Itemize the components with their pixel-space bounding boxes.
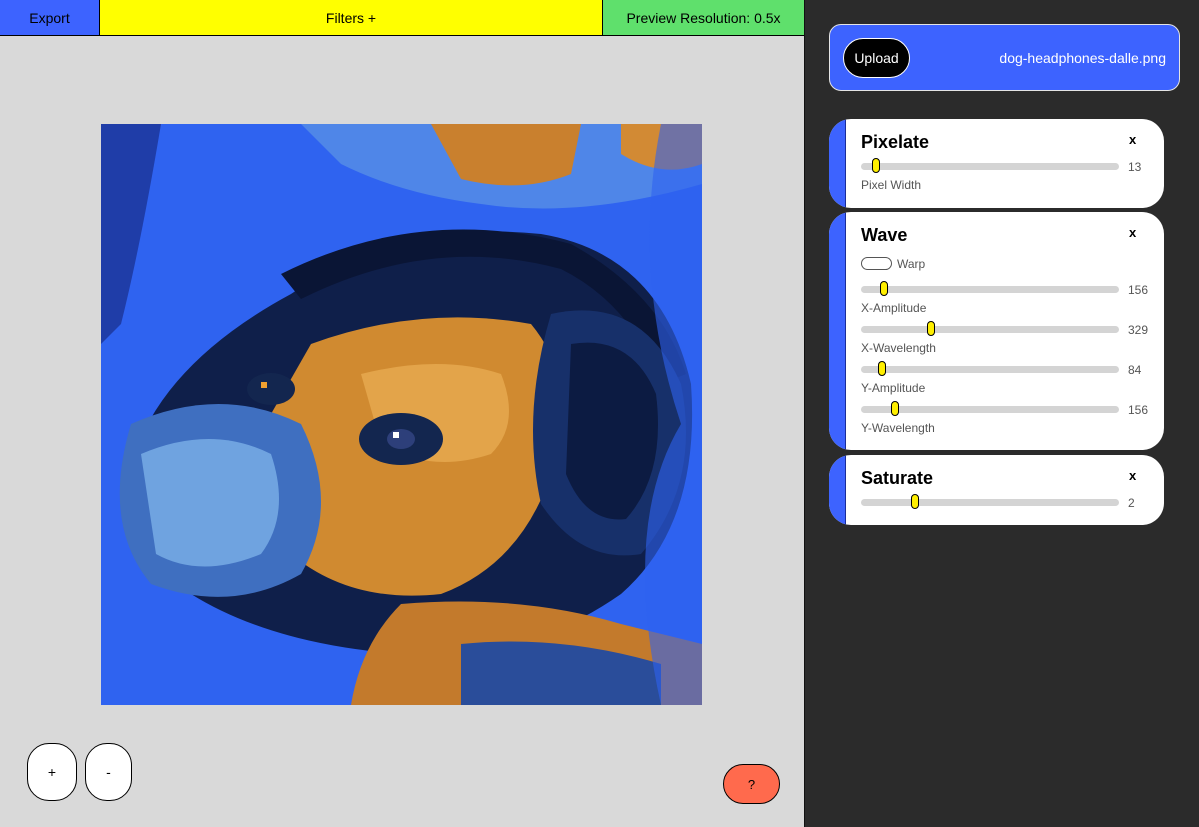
preview-resolution-button[interactable]: Preview Resolution: 0.5x (603, 0, 804, 35)
x-wavelength-slider[interactable] (861, 321, 1119, 336)
slider-value: 329 (1128, 323, 1149, 337)
card-drag-handle[interactable] (829, 119, 846, 208)
filter-title: Saturate (861, 468, 934, 488)
filter-card-pixelate: Pixelate x 13 Pixel Width (829, 119, 1164, 208)
slider-label: X-Wavelength (861, 341, 936, 355)
image-canvas[interactable] (101, 124, 702, 705)
x-amplitude-slider[interactable] (861, 281, 1119, 296)
add-filter-button[interactable]: Filters + (100, 0, 603, 35)
card-drag-handle[interactable] (829, 212, 846, 450)
filter-title: Wave (861, 225, 908, 245)
zoom-in-button[interactable]: + (27, 743, 77, 801)
slider-thumb[interactable] (911, 494, 920, 509)
slider-value: 84 (1128, 363, 1142, 377)
pixel-width-slider[interactable] (861, 158, 1119, 173)
remove-filter-button[interactable]: x (1129, 468, 1136, 483)
filter-card-wave: Wave x Warp 156 X-Amplitude 329 X-Wavele… (829, 212, 1164, 450)
zoom-out-button[interactable]: - (85, 743, 132, 801)
slider-label: X-Amplitude (861, 301, 927, 315)
saturation-slider[interactable] (861, 494, 1119, 509)
slider-thumb[interactable] (880, 281, 889, 296)
slider-value: 2 (1128, 496, 1135, 510)
slider-value: 156 (1128, 403, 1149, 417)
slider-value: 13 (1128, 160, 1142, 174)
card-drag-handle[interactable] (829, 455, 846, 525)
y-amplitude-slider[interactable] (861, 361, 1119, 376)
slider-thumb[interactable] (890, 401, 899, 416)
filter-title: Pixelate (861, 132, 930, 152)
dog-headphones-image (101, 124, 702, 705)
export-button[interactable]: Export (0, 0, 100, 35)
remove-filter-button[interactable]: x (1129, 132, 1136, 147)
toggle-label: Warp (897, 257, 926, 271)
slider-label: Y-Wavelength (861, 421, 935, 435)
slider-thumb[interactable] (926, 321, 935, 336)
toolbar: Export Filters + Preview Resolution: 0.5… (0, 0, 804, 36)
filename-label: dog-headphones-dalle.png (999, 50, 1166, 66)
editor-area: Export Filters + Preview Resolution: 0.5… (0, 0, 805, 827)
slider-value: 156 (1128, 283, 1149, 297)
y-wavelength-slider[interactable] (861, 401, 1119, 416)
slider-thumb[interactable] (872, 158, 881, 173)
slider-label: Y-Amplitude (861, 381, 926, 395)
remove-filter-button[interactable]: x (1129, 225, 1136, 240)
help-button[interactable]: ? (723, 764, 780, 804)
slider-thumb[interactable] (877, 361, 886, 376)
slider-label: Pixel Width (861, 178, 922, 192)
filter-card-saturate: Saturate x 2 (829, 455, 1164, 525)
warp-toggle[interactable] (861, 257, 892, 270)
upload-button[interactable]: Upload (843, 38, 910, 78)
upload-bar: Upload dog-headphones-dalle.png (829, 24, 1180, 91)
